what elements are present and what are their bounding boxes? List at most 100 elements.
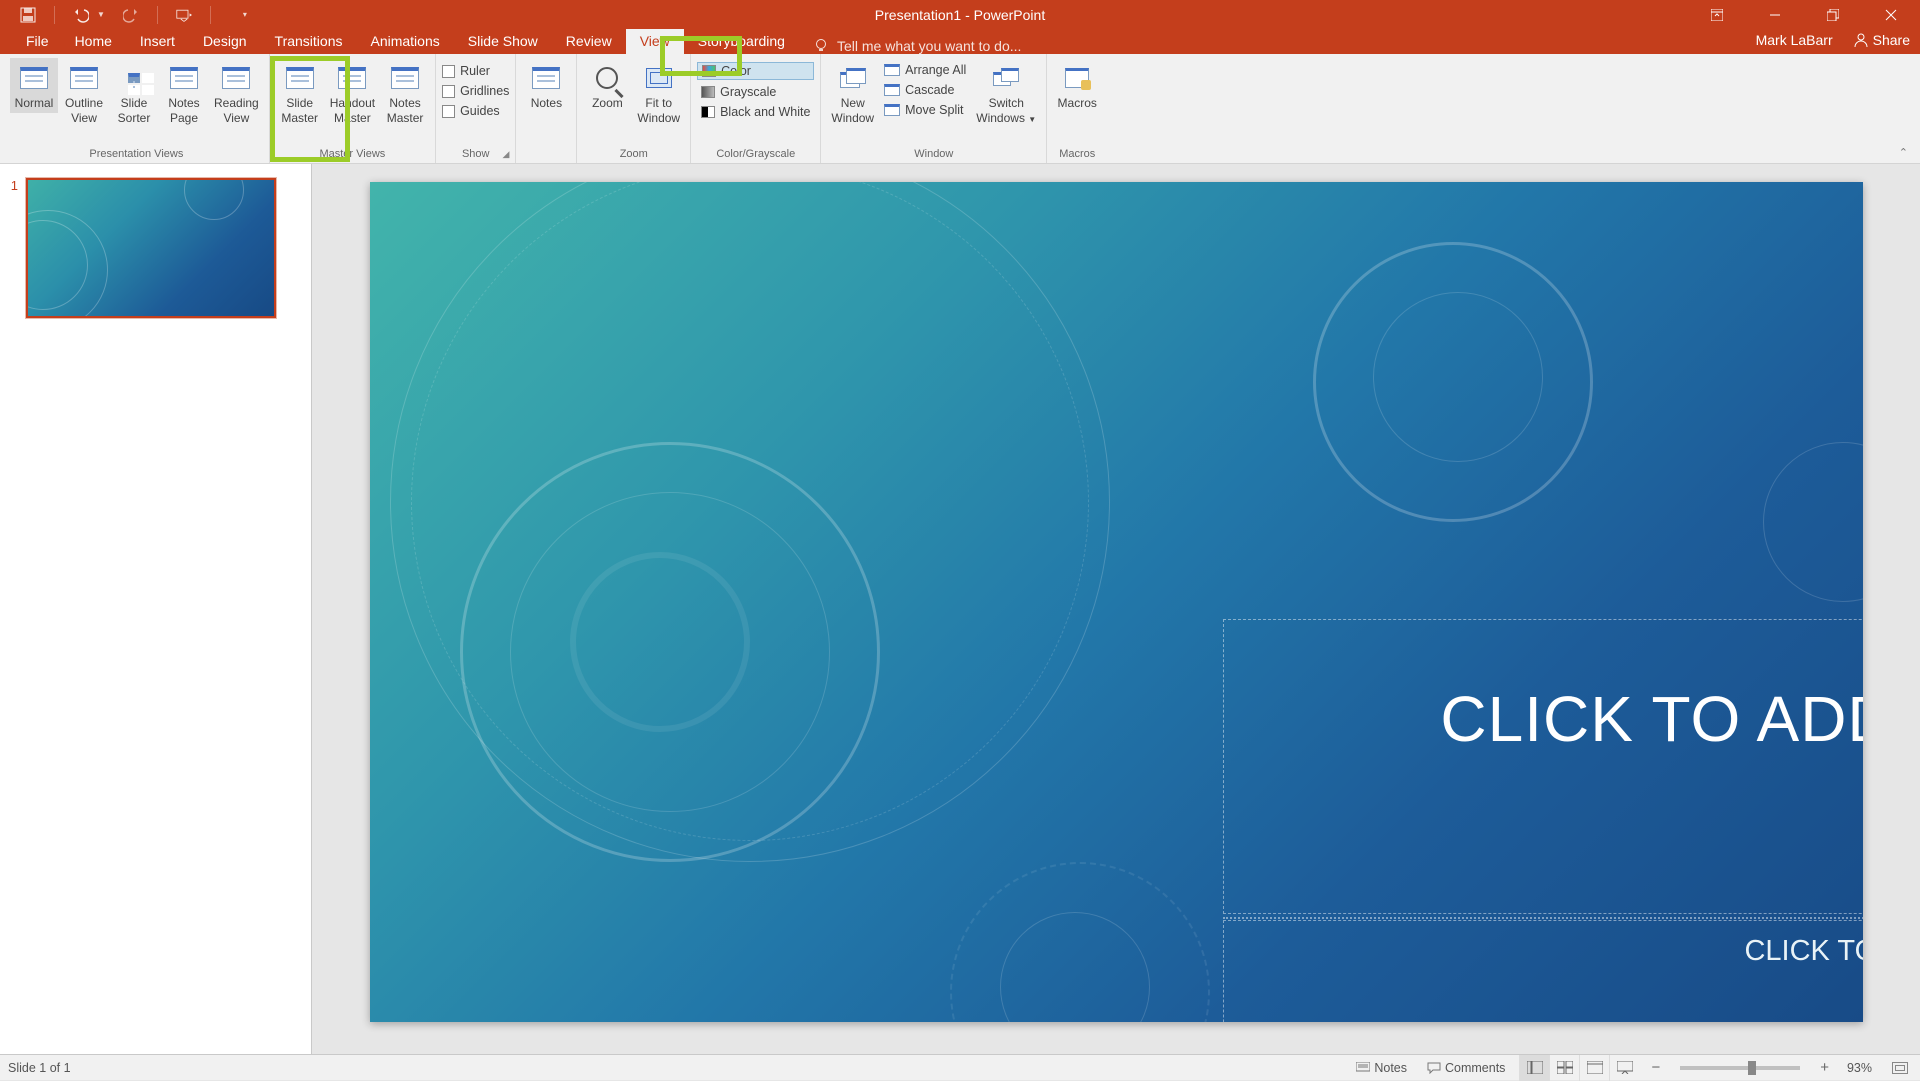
- qat-customize-icon[interactable]: ▾: [243, 10, 247, 19]
- tab-view[interactable]: View: [626, 29, 684, 54]
- restore-button[interactable]: [1804, 0, 1862, 29]
- tab-file[interactable]: File: [14, 29, 61, 54]
- tab-slideshow[interactable]: Slide Show: [454, 29, 552, 54]
- group-label: Master Views: [276, 145, 429, 163]
- group-window: New Window Arrange All Cascade Move Spli…: [821, 54, 1047, 163]
- macros-button[interactable]: Macros: [1053, 58, 1101, 113]
- user-name[interactable]: Mark LaBarr: [1756, 32, 1833, 48]
- color-button[interactable]: Color: [697, 62, 814, 80]
- undo-dropdown-icon[interactable]: ▼: [97, 10, 105, 19]
- outline-view-button[interactable]: Outline View: [60, 58, 108, 128]
- slide-canvas[interactable]: CLICK TO ADD TITLE CLICK TO ADD SUBTITLE: [370, 182, 1863, 1022]
- zoom-percentage[interactable]: 93%: [1841, 1061, 1878, 1075]
- fit-icon: [1892, 1062, 1908, 1074]
- save-icon[interactable]: [20, 7, 36, 23]
- dialog-launcher-icon[interactable]: ◢: [502, 149, 509, 160]
- notes-button[interactable]: Notes: [522, 58, 570, 113]
- placeholder-divider: [1223, 917, 1863, 919]
- chevron-down-icon: ▼: [1028, 115, 1036, 124]
- switch-windows-button[interactable]: Switch Windows ▼: [972, 58, 1040, 129]
- reading-view-icon[interactable]: [1579, 1055, 1609, 1081]
- lightbulb-icon: [813, 38, 829, 54]
- close-button[interactable]: [1862, 0, 1920, 29]
- slide-master-button[interactable]: Slide Master: [276, 58, 324, 128]
- new-window-button[interactable]: New Window: [827, 58, 878, 128]
- tab-animations[interactable]: Animations: [356, 29, 453, 54]
- notes-page-button[interactable]: Notes Page: [160, 58, 208, 128]
- subtitle-placeholder[interactable]: CLICK TO ADD SUBTITLE: [1223, 920, 1863, 1022]
- title-bar: ▼ ▾ Presentation1 - PowerPoint: [0, 0, 1920, 29]
- zoom-in-button[interactable]: +: [1816, 1059, 1833, 1076]
- fit-to-window-status-button[interactable]: [1886, 1062, 1914, 1074]
- thumbnail-number: 1: [0, 178, 26, 318]
- tab-storyboarding[interactable]: Storyboarding: [684, 29, 799, 54]
- title-placeholder[interactable]: CLICK TO ADD TITLE: [1223, 619, 1863, 914]
- menu-bar: File Home Insert Design Transitions Anim…: [0, 29, 1920, 54]
- tab-transitions[interactable]: Transitions: [261, 29, 357, 54]
- ribbon: Normal Outline View Slide Sorter Notes P…: [0, 54, 1920, 164]
- title-placeholder-text: CLICK TO ADD TITLE: [1440, 682, 1862, 756]
- comments-icon: [1427, 1062, 1441, 1074]
- handout-master-button[interactable]: Handout Master: [326, 58, 379, 128]
- window-title: Presentation1 - PowerPoint: [875, 7, 1045, 23]
- group-label: Zoom: [583, 145, 684, 163]
- quick-access-toolbar: ▼ ▾: [0, 6, 247, 24]
- zoom-out-button[interactable]: −: [1647, 1059, 1664, 1076]
- status-bar: Slide 1 of 1 Notes Comments − + 93%: [0, 1054, 1920, 1080]
- share-icon: [1853, 32, 1869, 48]
- group-zoom: Zoom Fit to Window Zoom: [577, 54, 691, 163]
- tell-me-search[interactable]: Tell me what you want to do...: [813, 38, 1021, 54]
- slide-thumbnail-panel: 1: [0, 164, 312, 1054]
- notes-toggle[interactable]: Notes: [1350, 1061, 1413, 1075]
- cascade-button[interactable]: Cascade: [880, 82, 970, 98]
- group-macros: Macros Macros: [1047, 54, 1107, 163]
- start-from-beginning-icon[interactable]: [176, 7, 192, 23]
- group-label: Macros: [1053, 145, 1101, 163]
- tab-home[interactable]: Home: [61, 29, 126, 54]
- tell-me-placeholder: Tell me what you want to do...: [837, 38, 1021, 54]
- group-show: Ruler Gridlines Guides Show◢: [436, 54, 516, 163]
- ruler-checkbox[interactable]: Ruler: [442, 64, 509, 78]
- redo-icon[interactable]: [123, 7, 139, 23]
- share-button[interactable]: Share: [1853, 32, 1910, 48]
- slide-sorter-view-icon[interactable]: [1549, 1055, 1579, 1081]
- tab-review[interactable]: Review: [552, 29, 626, 54]
- black-and-white-button[interactable]: Black and White: [697, 104, 814, 120]
- group-master-views: Slide Master Handout Master Notes Master…: [270, 54, 436, 163]
- normal-view-icon[interactable]: [1519, 1055, 1549, 1081]
- slide-counter[interactable]: Slide 1 of 1: [0, 1061, 71, 1075]
- gridlines-checkbox[interactable]: Gridlines: [442, 84, 509, 98]
- group-label: Color/Grayscale: [697, 145, 814, 163]
- normal-view-button[interactable]: Normal: [10, 58, 58, 113]
- arrange-all-button[interactable]: Arrange All: [880, 62, 970, 78]
- comments-toggle[interactable]: Comments: [1421, 1061, 1511, 1075]
- undo-icon[interactable]: [73, 7, 89, 23]
- guides-checkbox[interactable]: Guides: [442, 104, 509, 118]
- collapse-ribbon-icon[interactable]: ⌃: [1899, 146, 1908, 159]
- slide-sorter-button[interactable]: Slide Sorter: [110, 58, 158, 128]
- fit-to-window-button[interactable]: Fit to Window: [633, 58, 684, 128]
- subtitle-placeholder-text: CLICK TO ADD SUBTITLE: [1744, 935, 1862, 968]
- tab-design[interactable]: Design: [189, 29, 261, 54]
- notes-master-button[interactable]: Notes Master: [381, 58, 429, 128]
- minimize-button[interactable]: [1746, 0, 1804, 29]
- tab-insert[interactable]: Insert: [126, 29, 189, 54]
- move-split-button[interactable]: Move Split: [880, 102, 970, 118]
- slide-show-view-icon[interactable]: [1609, 1055, 1639, 1081]
- zoom-slider[interactable]: [1680, 1066, 1800, 1070]
- group-label: Show◢: [442, 145, 509, 163]
- grayscale-button[interactable]: Grayscale: [697, 84, 814, 100]
- reading-view-button[interactable]: Reading View: [210, 58, 263, 128]
- group-label: Presentation Views: [10, 145, 263, 163]
- group-notes: Notes: [516, 54, 577, 163]
- slide-thumbnail-1[interactable]: [26, 178, 276, 318]
- ribbon-display-options-icon[interactable]: [1688, 0, 1746, 29]
- workspace: 1 CLICK TO ADD TITLE CLICK: [0, 164, 1920, 1054]
- view-buttons: [1519, 1055, 1639, 1081]
- zoom-button[interactable]: Zoom: [583, 58, 631, 113]
- group-color-grayscale: Color Grayscale Black and White Color/Gr…: [691, 54, 821, 163]
- group-label: Window: [827, 145, 1040, 163]
- group-presentation-views: Normal Outline View Slide Sorter Notes P…: [4, 54, 270, 163]
- slide-canvas-area: CLICK TO ADD TITLE CLICK TO ADD SUBTITLE: [312, 164, 1920, 1054]
- notes-icon: [1356, 1062, 1370, 1074]
